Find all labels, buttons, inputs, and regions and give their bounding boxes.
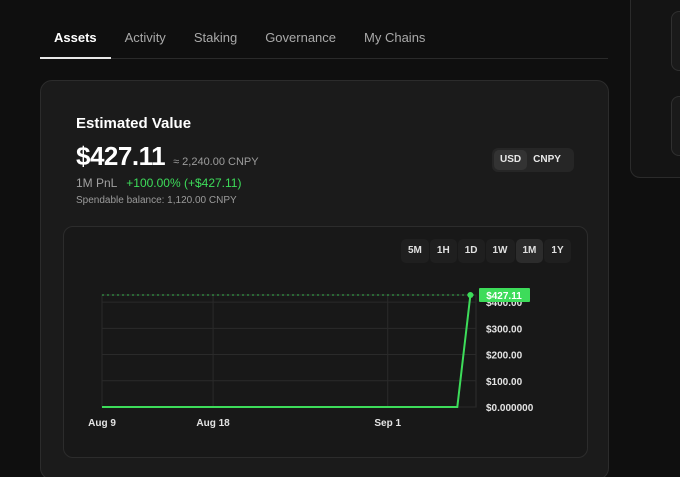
value-row: $427.11 ≈ 2,240.00 CNPY <box>76 141 259 172</box>
series-line <box>102 294 472 408</box>
tab-my-chains[interactable]: My Chains <box>350 18 439 58</box>
side-panel <box>630 0 680 178</box>
y-tick-label: $100.00 <box>486 377 523 388</box>
tab-bar: Assets Activity Staking Governance My Ch… <box>40 18 608 59</box>
side-panel-item[interactable] <box>671 11 680 71</box>
currency-toggle: USD CNPY <box>492 148 574 172</box>
y-tick-label: $0.000000 <box>486 403 534 414</box>
x-tick-label: Sep 1 <box>374 418 401 429</box>
pnl-row: 1M PnL +100.00% (+$427.11) <box>76 176 241 190</box>
current-value-label: $427.11 <box>486 291 522 302</box>
pnl-label: 1M PnL <box>76 176 117 190</box>
value-line-chart: $0.000000$100.00$200.00$300.00$400.00Aug… <box>88 288 534 429</box>
y-tick-label: $200.00 <box>486 351 523 362</box>
pnl-value: +100.00% (+$427.11) <box>126 176 242 190</box>
tab-governance[interactable]: Governance <box>251 18 350 58</box>
y-tick-label: $300.00 <box>486 324 523 335</box>
approx-cnpy-value: ≈ 2,240.00 CNPY <box>173 156 259 168</box>
tab-assets[interactable]: Assets <box>40 18 111 59</box>
estimated-value: $427.11 <box>76 141 166 171</box>
x-tick-label: Aug 9 <box>88 418 116 429</box>
currency-usd-button[interactable]: USD <box>494 150 528 170</box>
chart-panel: 5M 1H 1D 1W 1M 1Y $0.000000 $100.00 $200.0… <box>63 226 588 458</box>
card-title: Estimated Value <box>76 115 192 132</box>
series-end-point <box>467 292 474 298</box>
x-tick-label: Aug 18 <box>196 418 230 429</box>
estimated-value-card: Estimated Value $427.11 ≈ 2,240.00 CNPY … <box>40 80 609 477</box>
plot-frame <box>101 294 477 408</box>
tab-activity[interactable]: Activity <box>111 18 180 58</box>
spendable-balance: Spendable balance: 1,120.00 CNPY <box>76 195 237 206</box>
currency-cnpy-button[interactable]: CNPY <box>527 150 567 170</box>
side-panel-item[interactable] <box>671 96 680 156</box>
tab-staking[interactable]: Staking <box>180 18 251 58</box>
